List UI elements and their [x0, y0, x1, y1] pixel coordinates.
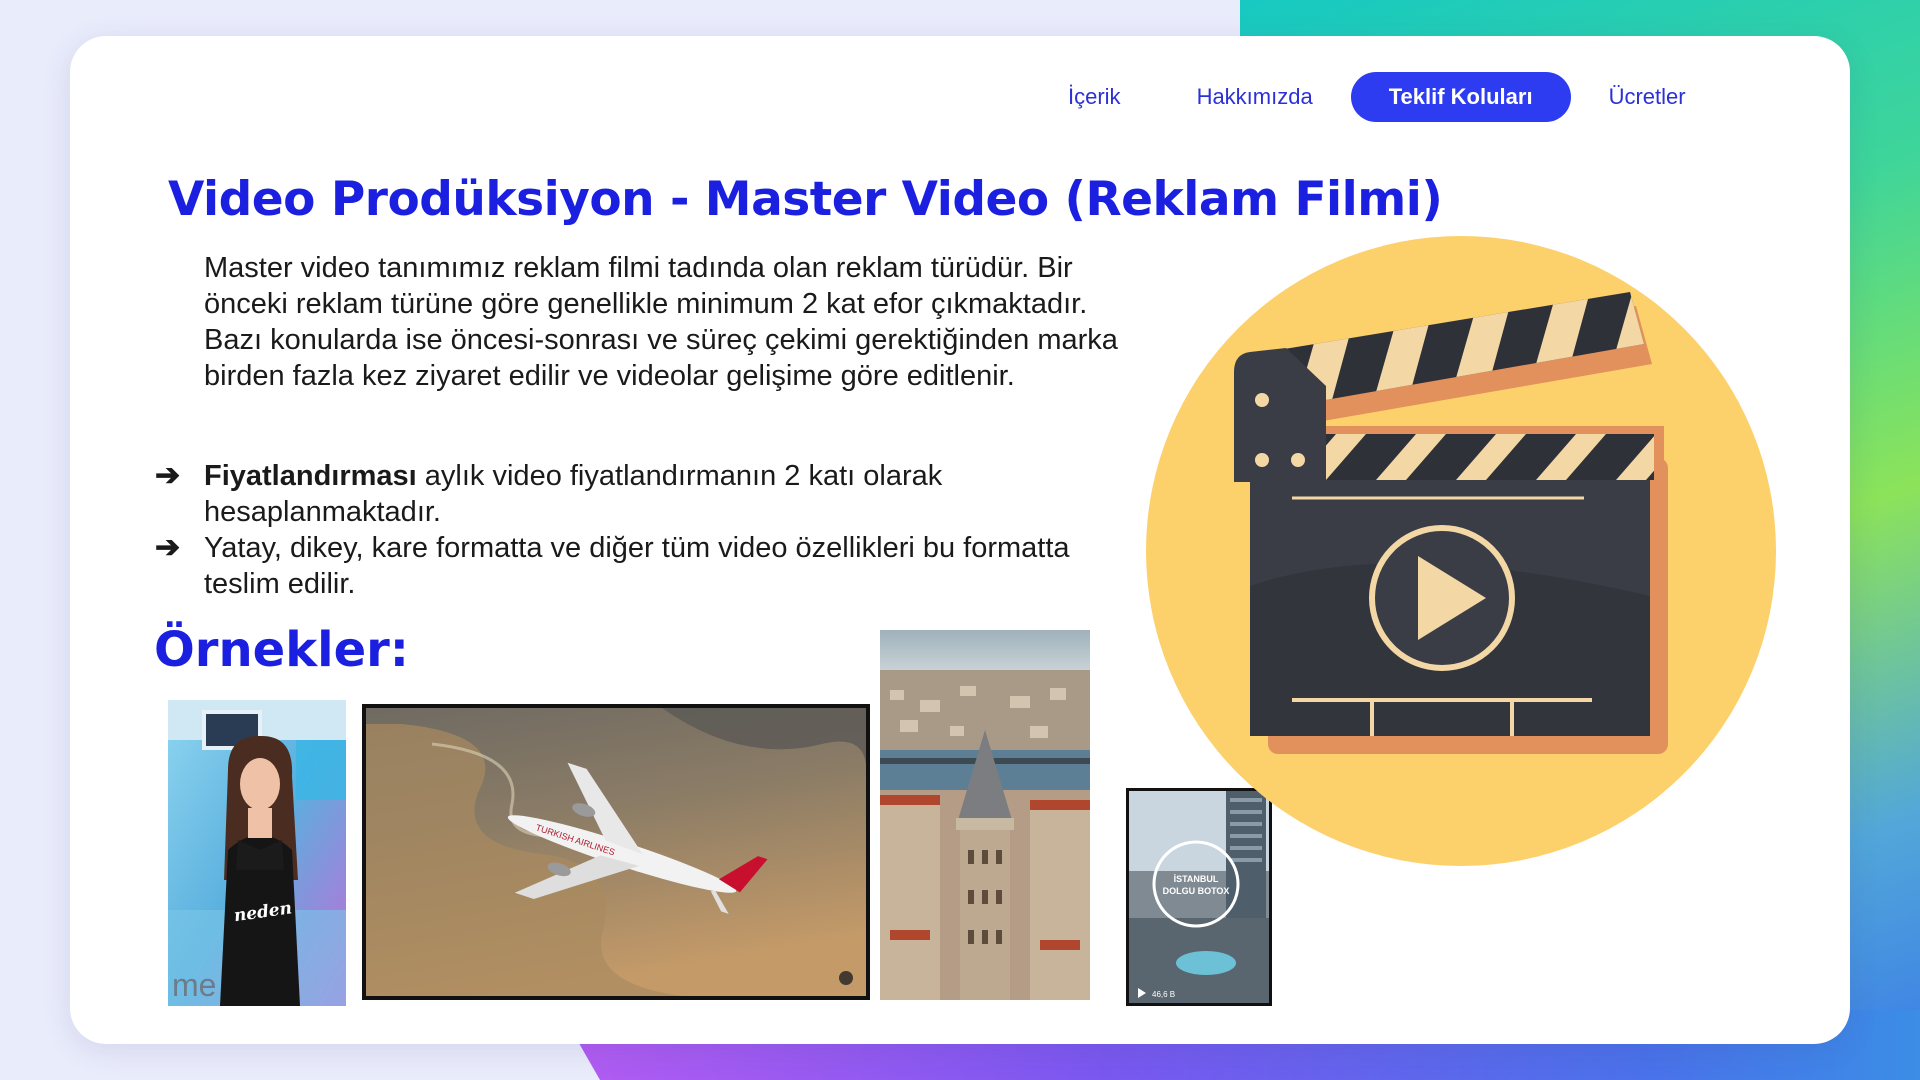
- galata-thumbnail-image: [880, 630, 1090, 1000]
- presenter-thumbnail-image: me neden: [168, 700, 346, 1006]
- svg-text:me: me: [172, 967, 216, 1003]
- clapperboard-illustration: [1146, 236, 1776, 866]
- page-title: Video Prodüksiyon - Master Video (Reklam…: [168, 172, 1443, 227]
- nav-item-ucretler[interactable]: Ücretler: [1571, 72, 1724, 122]
- bullet-text: Yatay, dikey, kare formatta ve diğer tüm…: [204, 532, 1070, 600]
- istanbul-caption-line1: İSTANBUL: [1174, 874, 1219, 884]
- clapperboard-icon: [1146, 236, 1776, 866]
- example-video-presenter[interactable]: me neden: [168, 700, 346, 1006]
- intro-paragraph: Master video tanımımız reklam filmi tadı…: [204, 252, 1118, 392]
- example-video-airplane[interactable]: TURKISH AIRLINES: [362, 704, 870, 1000]
- bullet-item-formats: ➔ Yatay, dikey, kare formatta ve diğer t…: [155, 530, 1115, 602]
- bullet-item-pricing: ➔ Fiyatlandırması aylık video fiyatlandı…: [155, 458, 1115, 530]
- top-navigation: İçerik Hakkımızda Teklif Koluları Ücretl…: [1030, 72, 1724, 122]
- feature-bullets: ➔ Fiyatlandırması aylık video fiyatlandı…: [155, 458, 1115, 602]
- istanbul-caption-line2: DOLGU BOTOX: [1163, 886, 1230, 896]
- examples-heading: Örnekler:: [154, 622, 409, 678]
- bullet-bold-text: Fiyatlandırması: [204, 460, 417, 492]
- nav-item-teklif-kolulari[interactable]: Teklif Koluları: [1350, 72, 1571, 122]
- view-count: 46,6 B: [1152, 990, 1175, 999]
- airplane-thumbnail-image: TURKISH AIRLINES: [366, 708, 866, 996]
- example-video-galata[interactable]: [880, 630, 1090, 1000]
- nav-item-icerik[interactable]: İçerik: [1030, 72, 1159, 122]
- nav-item-hakkimizda[interactable]: Hakkımızda: [1159, 72, 1351, 122]
- arrow-right-icon: ➔: [155, 531, 181, 564]
- arrow-right-icon: ➔: [155, 459, 181, 492]
